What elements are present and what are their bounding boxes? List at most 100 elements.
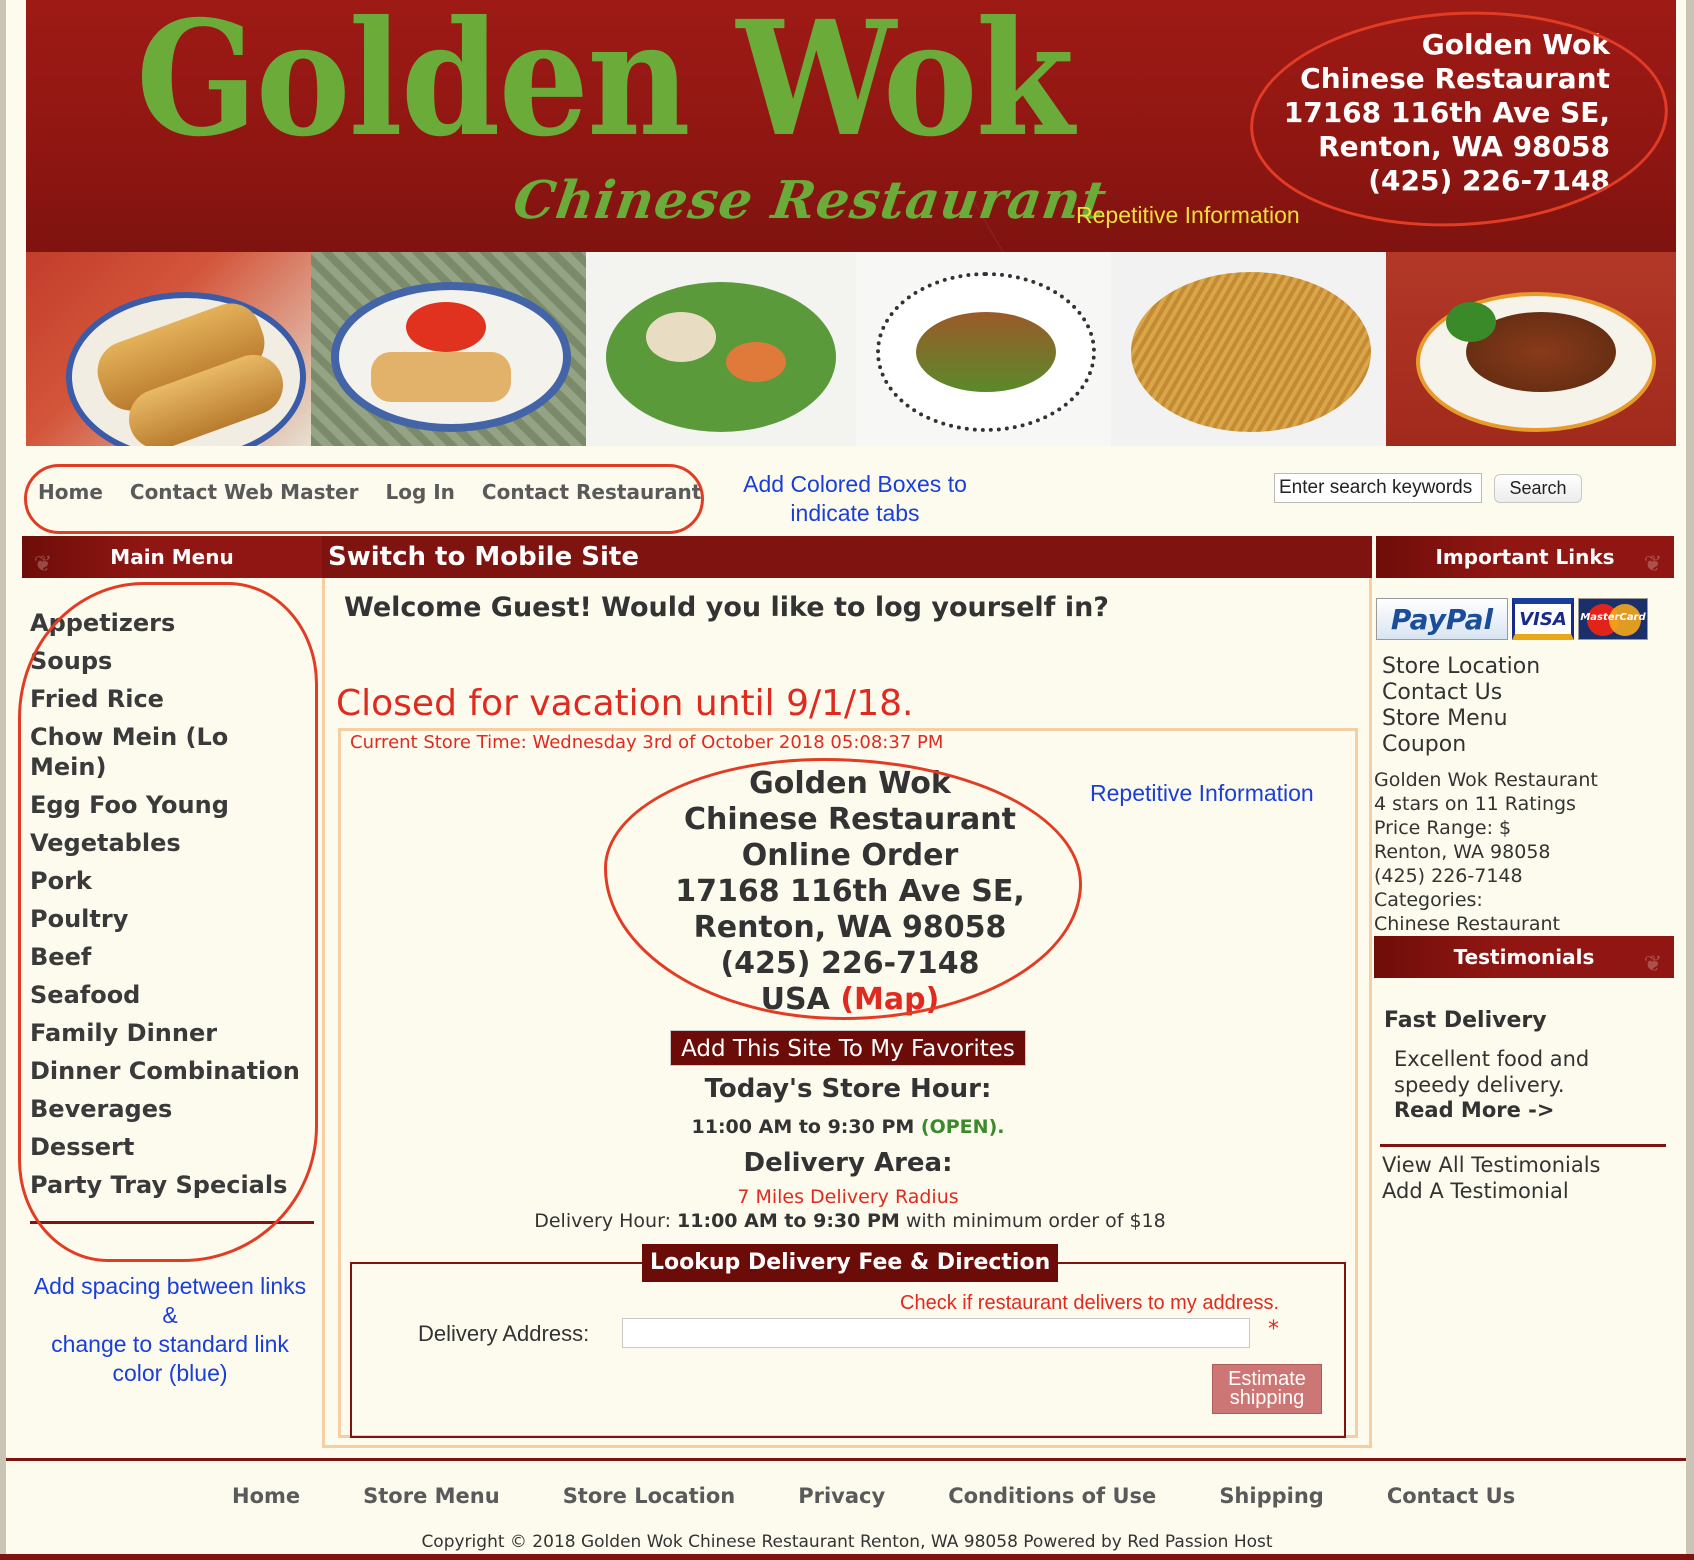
menu-divider (30, 1221, 314, 1224)
footer-link-conditions[interactable]: Conditions of Use (948, 1484, 1156, 1508)
info-line: Categories: (1374, 889, 1483, 911)
important-links-title: Important Links (1435, 545, 1615, 569)
paypal-logo: PayPal (1376, 598, 1508, 640)
store-address-line: Chinese Restaurant (684, 802, 1016, 837)
delivery-check-text: Check if restaurant delivers to my addre… (900, 1292, 1280, 1314)
link-coupon[interactable]: Coupon (1382, 732, 1540, 758)
menu-item-beverages[interactable]: Beverages (30, 1094, 310, 1124)
food-photo-crab-rangoon (311, 252, 586, 446)
search-button[interactable]: Search (1494, 474, 1582, 503)
info-line: 4 stars on 11 Ratings (1374, 793, 1576, 815)
mastercard-logo: MasterCard (1578, 598, 1648, 640)
footer-link-store-menu[interactable]: Store Menu (363, 1484, 500, 1508)
food-photo-sesame-chicken (1386, 252, 1676, 446)
menu-item-egg-foo-young[interactable]: Egg Foo Young (30, 790, 310, 820)
testimonial-body: Excellent food and speedy delivery. (1394, 1047, 1590, 1097)
logo-title[interactable]: Golden Wok (136, 0, 1074, 160)
leaf-icon: ❦ (33, 552, 53, 577)
footer-link-contact-us[interactable]: Contact Us (1387, 1484, 1515, 1508)
menu-item-family-dinner[interactable]: Family Dinner (30, 1018, 310, 1048)
link-add-testimonial[interactable]: Add A Testimonial (1382, 1178, 1601, 1204)
menu-item-party-tray-specials[interactable]: Party Tray Specials (30, 1170, 310, 1200)
store-hours-title: Today's Store Hour: (704, 1074, 992, 1104)
link-contact-us[interactable]: Contact Us (1382, 680, 1540, 706)
main-menu-title: Main Menu (110, 545, 234, 569)
important-links-list: Store Location Contact Us Store Menu Cou… (1382, 654, 1540, 758)
footer-link-store-location[interactable]: Store Location (563, 1484, 736, 1508)
info-line: Chinese Restaurant (1374, 913, 1560, 935)
menu-item-dessert[interactable]: Dessert (30, 1132, 310, 1162)
delivery-area-title: Delivery Area: (743, 1148, 953, 1178)
menu-item-appetizers[interactable]: Appetizers (30, 608, 310, 638)
header-address-line: Renton, WA 98058 (1318, 130, 1610, 163)
switch-mobile-link[interactable]: Switch to Mobile Site (328, 542, 639, 572)
header-address-line: (425) 226-7148 (1368, 164, 1610, 197)
store-address-line: Golden Wok (749, 766, 951, 801)
link-store-location[interactable]: Store Location (1382, 654, 1540, 680)
menu-item-dinner-combination[interactable]: Dinner Combination (30, 1056, 310, 1086)
delivery-hour-label: Delivery Hour: (534, 1210, 671, 1232)
info-line: Price Range: $ (1374, 817, 1512, 839)
delivery-address-input[interactable] (622, 1318, 1250, 1348)
store-hours-value: 11:00 AM to 9:30 PM (OPEN). (600, 1116, 1096, 1138)
footer-divider (6, 1458, 1686, 1461)
menu-item-pork[interactable]: Pork (30, 866, 310, 896)
link-view-all-testimonials[interactable]: View All Testimonials (1382, 1152, 1601, 1178)
estimate-shipping-button[interactable]: Estimate shipping (1212, 1364, 1322, 1414)
food-photo-chicken-broccoli (856, 252, 1111, 446)
footer-link-privacy[interactable]: Privacy (798, 1484, 885, 1508)
map-link[interactable]: (Map) (840, 982, 939, 1017)
open-status: (OPEN). (920, 1116, 1005, 1138)
menu-item-seafood[interactable]: Seafood (30, 980, 310, 1010)
add-to-favorites-button[interactable]: Add This Site To My Favorites (670, 1030, 1026, 1066)
link-store-menu[interactable]: Store Menu (1382, 706, 1540, 732)
annotation-line: color (blue) (112, 1360, 228, 1386)
menu-item-fried-rice[interactable]: Fried Rice (30, 684, 310, 714)
nav-home[interactable]: Home (38, 480, 103, 504)
menu-item-poultry[interactable]: Poultry (30, 904, 310, 934)
menu-item-soups[interactable]: Soups (30, 646, 310, 676)
annotation-link-spacing: Add spacing between links & change to st… (20, 1272, 320, 1388)
annotation-line: & (162, 1302, 178, 1328)
menu-item-chow-mein[interactable]: Chow Mein (Lo Mein) (30, 722, 310, 782)
logo-subtitle: Chinese Restaurant (509, 170, 1111, 231)
info-line: Golden Wok Restaurant (1374, 769, 1598, 791)
important-links-heading: Important Links ❦ (1376, 536, 1674, 578)
mastercard-label: MasterCard (1580, 612, 1646, 623)
footer-link-shipping[interactable]: Shipping (1219, 1484, 1324, 1508)
visa-label: VISA (1519, 608, 1567, 630)
nav-contact-restaurant[interactable]: Contact Restaurant (482, 480, 701, 504)
testimonials-heading: Testimonials ❦ (1374, 936, 1674, 978)
store-address-line: 17168 116th Ave SE, (675, 874, 1025, 909)
welcome-message[interactable]: Welcome Guest! Would you like to log you… (344, 592, 1109, 623)
search-input[interactable] (1274, 473, 1482, 503)
testimonial-links: View All Testimonials Add A Testimonial (1382, 1152, 1601, 1204)
main-menu-list: Appetizers Soups Fried Rice Chow Mein (L… (30, 608, 310, 1208)
food-photo-egg-rolls (26, 252, 311, 446)
annotation-line: change to standard link (51, 1331, 289, 1357)
top-nav: Home Contact Web Master Log In Contact R… (38, 480, 701, 504)
nav-contact-web-master[interactable]: Contact Web Master (130, 480, 359, 504)
header-address-line: Golden Wok (1421, 28, 1610, 61)
menu-item-vegetables[interactable]: Vegetables (30, 828, 310, 858)
footer-link-home[interactable]: Home (232, 1484, 300, 1508)
read-more-link[interactable]: Read More -> (1394, 1098, 1554, 1122)
estimate-shipping-line: shipping (1229, 1387, 1305, 1409)
header-address-line: Chinese Restaurant (1300, 62, 1610, 95)
store-country: USA (760, 982, 830, 1017)
lookup-delivery-title: Lookup Delivery Fee & Direction (642, 1244, 1059, 1282)
delivery-radius: 7 Miles Delivery Radius (737, 1186, 959, 1208)
testimonial-divider (1380, 1144, 1666, 1147)
store-hours-time: 11:00 AM to 9:30 PM (691, 1116, 915, 1138)
store-country-line: USA (Map) (620, 982, 1080, 1018)
food-photo-strip (26, 252, 1676, 446)
menu-item-beef[interactable]: Beef (30, 942, 310, 972)
header-address: Golden Wok Chinese Restaurant 17168 116t… (1284, 28, 1610, 198)
store-address-line: (425) 226-7148 (720, 946, 980, 981)
visa-logo: VISA (1512, 598, 1574, 640)
main-menu-heading: ❦ Main Menu (22, 536, 322, 578)
nav-log-in[interactable]: Log In (385, 480, 454, 504)
payment-badges: PayPal VISA MasterCard (1376, 598, 1648, 640)
leaf-icon: ❦ (1643, 952, 1663, 977)
annotation-repetitive-header: Repetitive Information (1076, 202, 1300, 228)
